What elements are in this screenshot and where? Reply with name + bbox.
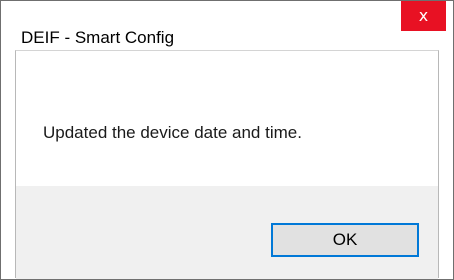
close-button[interactable]: x: [401, 1, 446, 31]
button-panel: OK: [16, 186, 438, 279]
ok-button[interactable]: OK: [271, 223, 419, 257]
message-panel: Updated the device date and time.: [16, 51, 438, 186]
dialog-message: Updated the device date and time.: [43, 123, 302, 142]
close-icon: x: [418, 6, 429, 25]
title-bar[interactable]: DEIF - Smart Config x: [1, 1, 453, 50]
message-dialog: DEIF - Smart Config x Updated the device…: [0, 0, 454, 280]
window-title: DEIF - Smart Config: [21, 28, 175, 47]
dialog-body: Updated the device date and time. OK: [15, 50, 439, 279]
